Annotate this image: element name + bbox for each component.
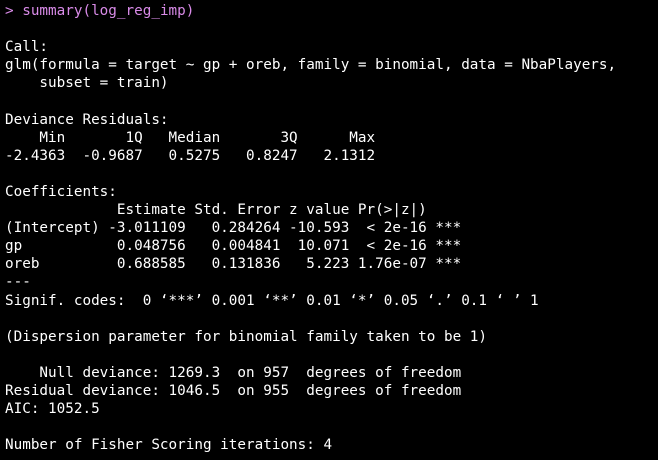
output-line: glm(formula = target ~ gp + oreb, family… — [5, 57, 617, 74]
output-line: -2.4363 -0.9687 0.5275 0.8247 2.1312 — [5, 147, 376, 164]
output-line: Null deviance: 1269.3 on 957 degrees of … — [5, 364, 462, 381]
output-line: (Intercept) -3.011109 0.284264 -10.593 <… — [5, 220, 462, 237]
output-line: Call: — [5, 39, 49, 56]
command-text: summary(log_reg_imp) — [22, 3, 195, 19]
output-line: Signif. codes: 0 ‘***’ 0.001 ‘**’ 0.01 ‘… — [5, 292, 539, 309]
output-line: --- — [5, 274, 31, 291]
command-line: > summary(log_reg_imp) — [5, 2, 658, 20]
output-line: gp 0.048756 0.004841 10.071 < 2e-16 *** — [5, 238, 462, 255]
output-line: oreb 0.688585 0.131836 5.223 1.76e-07 **… — [5, 256, 462, 273]
console-output: Call: glm(formula = target ~ gp + oreb, f… — [5, 20, 658, 454]
prompt-symbol: > — [5, 3, 14, 19]
output-line: Estimate Std. Error z value Pr(>|z|) — [5, 202, 427, 219]
output-line: Residual deviance: 1046.5 on 955 degrees… — [5, 382, 462, 399]
output-line: Min 1Q Median 3Q Max — [5, 129, 376, 146]
r-console[interactable]: > summary(log_reg_imp) Call: glm(formula … — [0, 0, 658, 460]
output-line: subset = train) — [5, 75, 169, 92]
output-line: Number of Fisher Scoring iterations: 4 — [5, 437, 333, 454]
output-line: Deviance Residuals: — [5, 111, 169, 128]
output-line: Coefficients: — [5, 183, 117, 200]
output-line: (Dispersion parameter for binomial famil… — [5, 328, 488, 345]
output-line: AIC: 1052.5 — [5, 401, 100, 418]
